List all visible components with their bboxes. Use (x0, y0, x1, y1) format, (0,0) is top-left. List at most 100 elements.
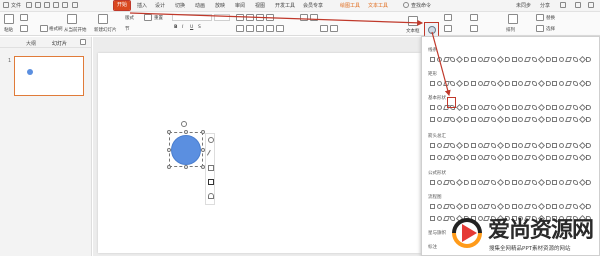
shape-option[interactable] (504, 143, 510, 148)
shape-option[interactable] (456, 153, 464, 162)
columns-icon[interactable] (330, 25, 338, 32)
picture-icon[interactable] (444, 14, 452, 21)
tab-insert[interactable]: 插入 (137, 2, 147, 9)
shape-option[interactable] (565, 57, 572, 62)
layout-button[interactable]: 版式 (125, 15, 134, 21)
shape-option[interactable] (586, 155, 592, 160)
shape-option[interactable] (586, 143, 592, 148)
shape-option[interactable] (464, 57, 469, 62)
shape-option[interactable] (524, 57, 532, 62)
format-painter-button[interactable]: 格式刷 (49, 26, 63, 32)
shape-option[interactable] (430, 216, 435, 221)
shape-option[interactable] (572, 155, 578, 160)
shape-option[interactable] (450, 155, 456, 160)
tab-transition[interactable]: 切换 (175, 2, 185, 9)
shape-option[interactable] (572, 143, 578, 148)
text-box-icon[interactable] (408, 16, 418, 26)
shape-option[interactable] (430, 204, 435, 209)
shape-option[interactable] (572, 57, 578, 62)
align-left-icon[interactable] (236, 25, 244, 32)
shape-option[interactable] (524, 155, 532, 160)
shape-option[interactable] (578, 79, 586, 88)
shape-option[interactable] (464, 143, 469, 148)
align-text-icon[interactable] (310, 14, 318, 21)
copy-icon[interactable] (20, 25, 28, 32)
shape-option[interactable] (430, 105, 435, 110)
shape-option[interactable] (483, 155, 491, 160)
shape-option[interactable] (559, 204, 565, 209)
tab-review[interactable]: 审阅 (235, 2, 245, 9)
shape-option[interactable] (470, 204, 476, 209)
shape-option[interactable] (491, 105, 497, 110)
shape-option[interactable] (578, 153, 586, 162)
shape-option[interactable] (456, 141, 464, 150)
numbering-icon[interactable] (246, 14, 254, 21)
shape-option[interactable] (483, 143, 491, 148)
shape-option[interactable] (586, 204, 592, 209)
shape-option[interactable] (436, 180, 442, 185)
shape-option[interactable] (511, 180, 517, 185)
shape-option[interactable] (524, 105, 532, 110)
bullets-icon[interactable] (236, 14, 244, 21)
cut-icon[interactable] (20, 14, 28, 21)
shape-option[interactable] (559, 117, 565, 122)
resize-handle[interactable] (167, 148, 171, 152)
shape-option[interactable] (470, 155, 476, 160)
from-current-button[interactable]: 从当前开始 (64, 27, 87, 33)
arrange-icon[interactable] (508, 14, 518, 24)
shape-option[interactable] (483, 57, 491, 62)
save-icon[interactable] (26, 2, 32, 8)
shape-option[interactable] (436, 216, 442, 221)
shape-option[interactable] (442, 57, 450, 62)
shape-option[interactable] (464, 81, 469, 86)
shape-option[interactable] (559, 180, 565, 185)
outline-icon[interactable] (470, 14, 478, 21)
shape-option[interactable] (456, 178, 464, 187)
tab-view[interactable]: 视图 (255, 2, 265, 9)
shape-option[interactable] (491, 57, 497, 62)
shape-option[interactable] (496, 141, 505, 150)
shape-option[interactable] (518, 105, 524, 110)
shape-option[interactable] (491, 204, 497, 209)
shape-option[interactable] (436, 117, 442, 122)
shape-option[interactable] (504, 204, 510, 209)
shape-option[interactable] (578, 178, 586, 187)
shape-option[interactable] (572, 117, 578, 122)
redo-icon[interactable] (62, 2, 68, 8)
shape-option[interactable] (545, 155, 551, 160)
app-menu-icon[interactable] (3, 2, 9, 8)
collapse-icon[interactable] (588, 2, 594, 8)
shape-option[interactable] (430, 117, 435, 122)
shape-option[interactable] (532, 155, 537, 160)
shape-option[interactable] (559, 143, 565, 148)
shape-option[interactable] (532, 180, 537, 185)
shape-option[interactable] (552, 117, 558, 122)
shape-option[interactable] (565, 180, 572, 185)
share-button[interactable]: 分享 (540, 2, 550, 9)
shape-option[interactable] (491, 155, 497, 160)
smartart-icon[interactable] (320, 25, 328, 32)
shape-option[interactable] (436, 155, 442, 160)
replace-icon[interactable] (536, 14, 544, 21)
italic-icon[interactable]: I (182, 25, 183, 30)
shape-option[interactable] (436, 143, 442, 148)
search-command[interactable]: 查找命令 (411, 2, 431, 9)
paste-icon[interactable] (4, 14, 14, 24)
text-direction-icon[interactable] (300, 14, 308, 21)
shape-option[interactable] (464, 204, 469, 209)
shape-option[interactable] (491, 81, 497, 86)
shape-option[interactable] (537, 153, 545, 162)
shape-option[interactable] (586, 81, 592, 86)
shape-option[interactable] (496, 178, 505, 187)
shape-option[interactable] (504, 57, 510, 62)
shape-option[interactable] (518, 117, 524, 122)
shape-option[interactable] (545, 105, 551, 110)
shape-option[interactable] (504, 155, 510, 160)
shape-option[interactable] (537, 103, 545, 112)
shape-option[interactable] (518, 143, 524, 148)
align-center-icon[interactable] (246, 25, 254, 32)
shape-option[interactable] (442, 204, 450, 209)
shape-option[interactable] (470, 117, 476, 122)
shape-option[interactable] (545, 117, 551, 122)
shape-option[interactable] (456, 55, 464, 64)
